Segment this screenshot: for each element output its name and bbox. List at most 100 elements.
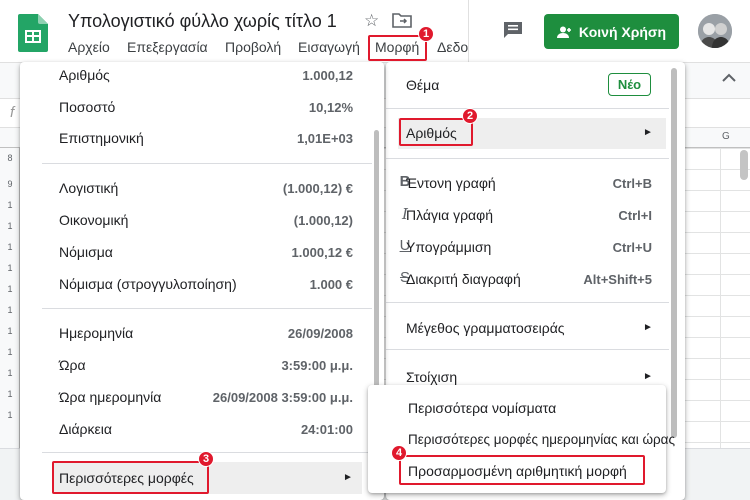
option-label: Λογιστική bbox=[59, 180, 119, 196]
row-number[interactable]: 8 bbox=[0, 153, 20, 163]
format-option-scientific[interactable]: Επιστημονική 1,01E+03 bbox=[59, 129, 353, 147]
menu-item-more-currencies[interactable]: Περισσότερα νομίσματα bbox=[408, 399, 658, 417]
menu-edit[interactable]: Επεξεργασία bbox=[127, 39, 208, 55]
add-person-icon bbox=[556, 26, 571, 38]
option-label: Ποσοστό bbox=[59, 99, 116, 115]
row-number[interactable]: 1 bbox=[0, 263, 20, 273]
option-example: 26/09/2008 bbox=[287, 325, 353, 341]
bold-label: Έντονη γραφή bbox=[406, 175, 496, 191]
menu-data[interactable]: Δεδο bbox=[437, 39, 468, 55]
fx-icon: f bbox=[10, 104, 15, 121]
theme-label: Θέμα bbox=[406, 77, 440, 93]
row-number[interactable]: 1 bbox=[0, 389, 20, 399]
option-example: 3:59:00 μ.μ. bbox=[281, 357, 353, 373]
step-badge-3: 3 bbox=[198, 451, 214, 467]
more-currencies-label: Περισσότερα νομίσματα bbox=[408, 400, 557, 416]
italic-label: Πλάγια γραφή bbox=[406, 207, 494, 223]
comment-icon[interactable] bbox=[503, 21, 523, 39]
divider bbox=[386, 302, 669, 303]
option-example: (1.000,12) € bbox=[282, 180, 353, 196]
collapse-menu-icon[interactable] bbox=[722, 73, 736, 83]
row-number[interactable]: 1 bbox=[0, 200, 20, 210]
format-option-accounting[interactable]: Λογιστική (1.000,12) € bbox=[59, 179, 353, 197]
menu-item-strikethrough[interactable]: Διακριτή διαγραφή Alt+Shift+5 bbox=[406, 270, 652, 288]
option-example: 1,01E+03 bbox=[296, 130, 353, 146]
option-example: 1.000,12 € bbox=[291, 244, 353, 260]
option-label: Ώρα bbox=[59, 357, 86, 373]
option-label: Νόμισμα bbox=[59, 244, 113, 260]
row-number[interactable]: 1 bbox=[0, 242, 20, 252]
row-number[interactable]: 1 bbox=[0, 305, 20, 315]
divider bbox=[42, 163, 372, 164]
share-button[interactable]: Κοινή Χρήση bbox=[544, 14, 679, 49]
option-example: 24:01:00 bbox=[300, 421, 353, 437]
submenu-arrow-icon: ► bbox=[643, 322, 653, 333]
option-label: Οικονομική bbox=[59, 212, 129, 228]
menu-item-font-size[interactable]: Μέγεθος γραμματοσειράς bbox=[406, 319, 636, 337]
option-example: 1.000,12 bbox=[302, 67, 353, 83]
underline-shortcut: Ctrl+U bbox=[612, 239, 652, 255]
format-option-currency[interactable]: Νόμισμα 1.000,12 € bbox=[59, 243, 353, 261]
italic-shortcut: Ctrl+I bbox=[618, 207, 652, 223]
step-badge-2: 2 bbox=[462, 108, 478, 124]
row-number[interactable]: 1 bbox=[0, 221, 20, 231]
menu-item-alignment[interactable]: Στοίχιση bbox=[406, 368, 636, 386]
submenu-arrow-icon: ► bbox=[643, 127, 653, 138]
format-option-percent[interactable]: Ποσοστό 10,12% bbox=[59, 98, 353, 116]
format-option-currency-rounded[interactable]: Νόμισμα (στρογγυλοποίηση) 1.000 € bbox=[59, 275, 353, 293]
option-example: 26/09/2008 3:59:00 μ.μ. bbox=[212, 389, 353, 405]
format-option-time[interactable]: Ώρα 3:59:00 μ.μ. bbox=[59, 356, 353, 374]
step-badge-4: 4 bbox=[391, 445, 407, 461]
alignment-label: Στοίχιση bbox=[406, 369, 458, 385]
menu-item-underline[interactable]: Υπογράμμιση Ctrl+U bbox=[406, 238, 652, 256]
move-to-folder-icon[interactable] bbox=[392, 12, 412, 28]
option-label: Ημερομηνία bbox=[59, 325, 134, 341]
row-number[interactable]: 9 bbox=[0, 179, 20, 189]
highlight-custom-number bbox=[399, 455, 645, 485]
row-number[interactable]: 1 bbox=[0, 410, 20, 420]
row-number[interactable]: 1 bbox=[0, 284, 20, 294]
document-title[interactable]: Υπολογιστικό φύλλο χωρίς τίτλο 1 bbox=[68, 11, 337, 32]
format-menu-scrollbar[interactable] bbox=[671, 68, 677, 438]
underline-label: Υπογράμμιση bbox=[406, 239, 492, 255]
submenu-arrow-icon: ► bbox=[643, 371, 653, 382]
share-label: Κοινή Χρήση bbox=[578, 23, 667, 40]
new-badge: Νέο bbox=[608, 73, 651, 96]
option-example: 1.000 € bbox=[309, 276, 353, 292]
menu-view[interactable]: Προβολή bbox=[225, 39, 281, 55]
option-label: Επιστημονική bbox=[59, 130, 144, 146]
menu-file[interactable]: Αρχείο bbox=[68, 39, 110, 55]
format-option-datetime[interactable]: Ώρα ημερομηνία 26/09/2008 3:59:00 μ.μ. bbox=[59, 388, 353, 406]
column-g-header[interactable]: G bbox=[722, 131, 730, 142]
menu-item-italic[interactable]: Πλάγια γραφή Ctrl+I bbox=[406, 206, 652, 224]
row-number[interactable]: 1 bbox=[0, 347, 20, 357]
star-icon[interactable]: ☆ bbox=[364, 11, 379, 31]
option-example: 10,12% bbox=[308, 99, 353, 115]
divider bbox=[386, 158, 669, 159]
option-example: (1.000,12) bbox=[293, 212, 353, 228]
format-option-number[interactable]: Αριθμός 1.000,12 bbox=[59, 66, 353, 84]
option-label: Νόμισμα (στρογγυλοποίηση) bbox=[59, 276, 237, 292]
sheets-logo-icon[interactable] bbox=[18, 14, 48, 52]
submenu-arrow-icon: ► bbox=[343, 472, 353, 483]
row-number[interactable]: 1 bbox=[0, 368, 20, 378]
menu-item-theme[interactable]: Θέμα bbox=[406, 76, 606, 94]
row-number[interactable]: 1 bbox=[0, 326, 20, 336]
step-badge-1: 1 bbox=[418, 26, 434, 42]
user-avatar[interactable] bbox=[698, 14, 732, 48]
format-option-duration[interactable]: Διάρκεια 24:01:00 bbox=[59, 420, 353, 438]
strikethrough-shortcut: Alt+Shift+5 bbox=[583, 271, 652, 287]
format-option-date[interactable]: Ημερομηνία 26/09/2008 bbox=[59, 324, 353, 342]
format-option-financial[interactable]: Οικονομική (1.000,12) bbox=[59, 211, 353, 229]
divider bbox=[386, 108, 669, 109]
option-label: Ώρα ημερομηνία bbox=[59, 389, 162, 405]
more-date-time-label: Περισσότερες μορφές ημερομηνίας και ώρας bbox=[408, 431, 675, 447]
divider bbox=[386, 349, 669, 350]
menu-item-bold[interactable]: Έντονη γραφή Ctrl+B bbox=[406, 174, 652, 192]
menu-insert[interactable]: Εισαγωγή bbox=[298, 39, 360, 55]
menu-item-more-date-time[interactable]: Περισσότερες μορφές ημερομηνίας και ώρας bbox=[408, 430, 675, 448]
highlight-more-formats bbox=[52, 461, 209, 494]
sheet-scrollbar[interactable] bbox=[740, 150, 748, 180]
bold-shortcut: Ctrl+B bbox=[612, 175, 652, 191]
row-header-column: 8 9 1 1 1 1 1 1 1 1 1 1 1 bbox=[0, 148, 20, 448]
